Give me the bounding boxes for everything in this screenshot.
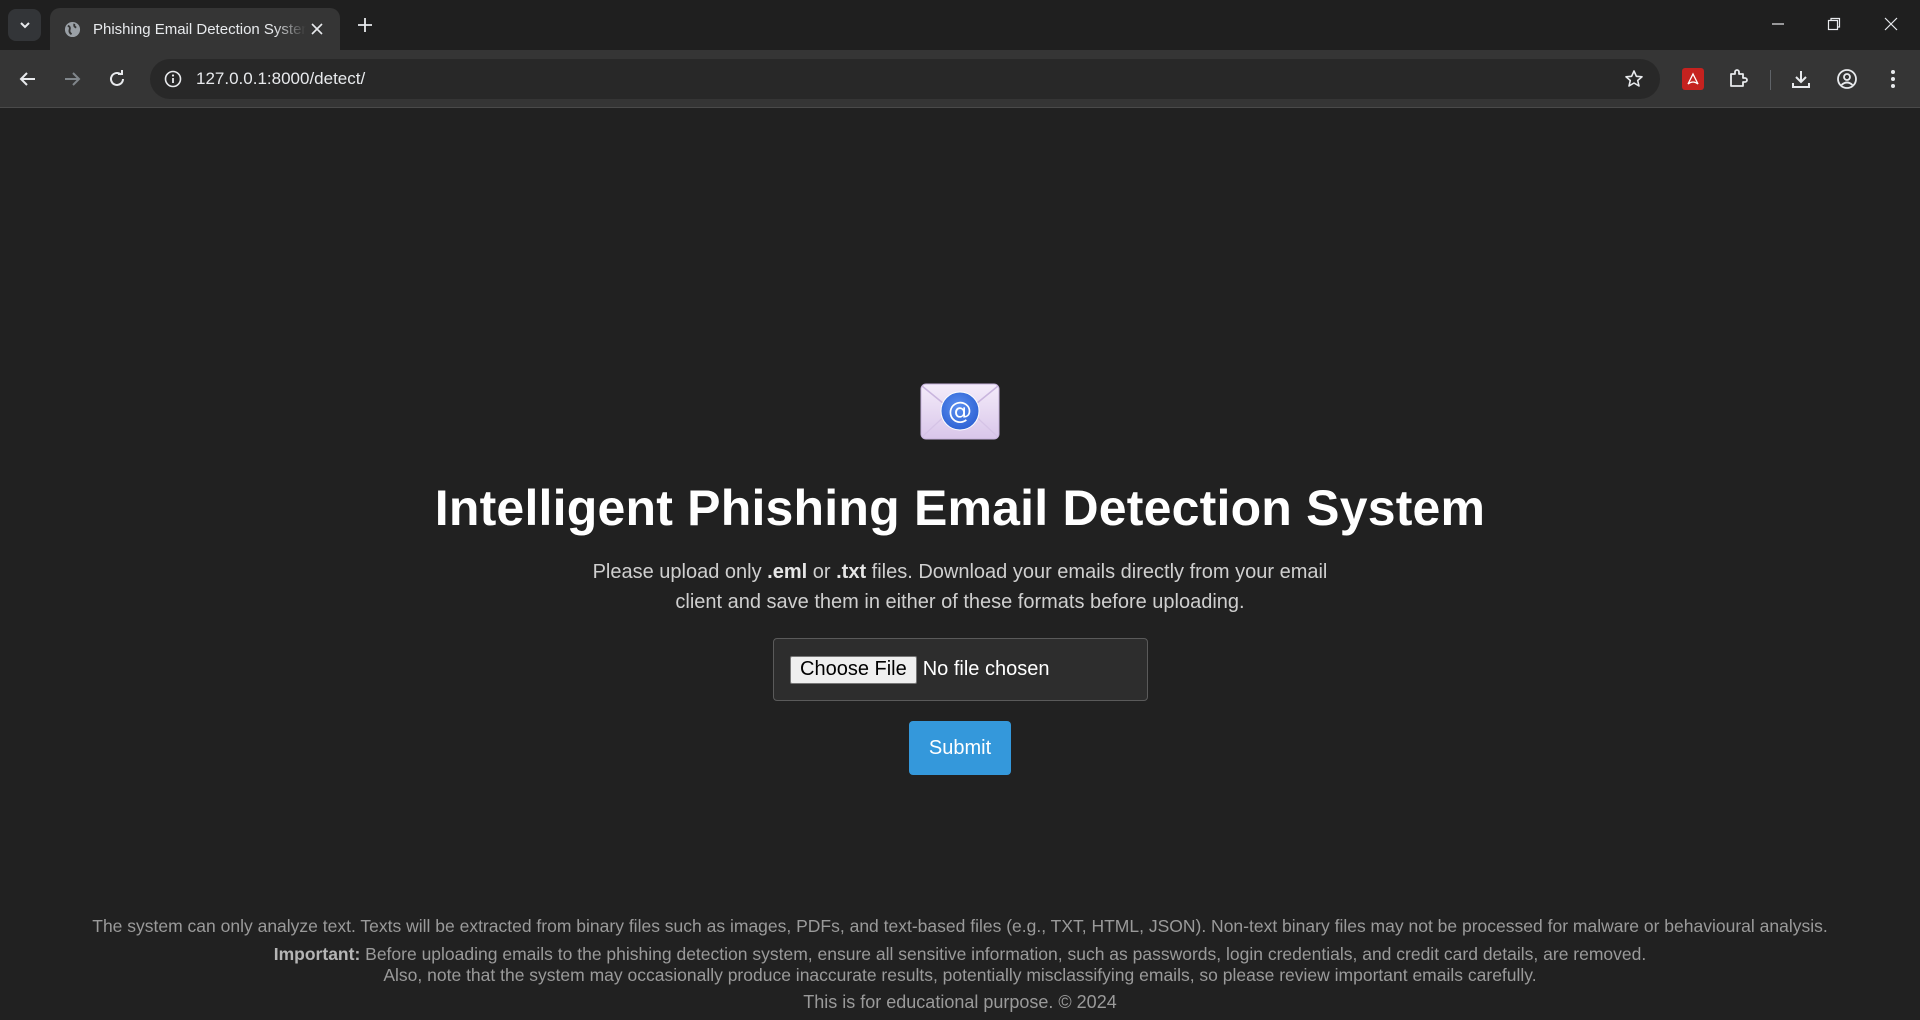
footer: The system can only analyze text. Texts … [0, 916, 1920, 1013]
forward-icon [65, 72, 81, 86]
restore-icon [1827, 17, 1841, 31]
footer-accuracy-note: Also, note that the system may occasiona… [383, 965, 1537, 985]
profile-icon [1837, 69, 1857, 89]
minimize-icon [1772, 23, 1784, 25]
site-info-icon [164, 70, 182, 88]
profile-button[interactable] [1833, 65, 1861, 93]
address-bar[interactable]: 127.0.0.1:8000/detect/ [150, 59, 1660, 99]
forward-button[interactable] [56, 63, 88, 95]
important-label: Important: [273, 944, 361, 964]
footer-copyright: This is for educational purpose. © 2024 [803, 992, 1117, 1012]
tab-search-button[interactable] [8, 9, 41, 41]
back-button[interactable] [12, 63, 44, 95]
desc-ext-eml: .eml [767, 561, 808, 583]
minimize-button[interactable] [1758, 8, 1798, 40]
page-title: Intelligent Phishing Email Detection Sys… [434, 480, 1486, 536]
close-icon [311, 23, 323, 35]
tab-close-button[interactable] [306, 18, 328, 40]
window-close-button[interactable] [1871, 8, 1911, 40]
globe-icon [64, 21, 81, 37]
email-envelope-icon: @ [920, 383, 1000, 440]
important-text: Before uploading emails to the phishing … [360, 944, 1647, 964]
footer-text-analysis-note: The system can only analyze text. Texts … [92, 916, 1828, 936]
submit-button[interactable]: Submit [909, 721, 1011, 775]
choose-file-button[interactable]: Choose File [790, 655, 917, 684]
plus-icon [358, 18, 372, 32]
url-text: 127.0.0.1:8000/detect/ [196, 69, 366, 88]
browser-toolbar: 127.0.0.1:8000/detect/ [0, 50, 1920, 108]
upload-instructions: Please upload only .eml or .txt files. D… [580, 557, 1340, 617]
extensions-button[interactable] [1724, 65, 1752, 93]
desc-text-2: or [807, 561, 837, 583]
menu-icon [1891, 70, 1895, 88]
file-input[interactable]: Choose File No file chosen [773, 638, 1148, 701]
svg-text:@: @ [948, 397, 972, 425]
tab-search-icon [19, 22, 30, 29]
downloads-button[interactable] [1787, 65, 1815, 93]
reload-button[interactable] [101, 63, 133, 95]
bookmark-button[interactable] [1622, 67, 1646, 91]
desc-text-1: Please upload only [592, 561, 768, 583]
star-icon [1625, 70, 1643, 87]
site-info-button[interactable] [160, 66, 186, 92]
desc-ext-txt: .txt [836, 561, 867, 583]
page-content: @ Intelligent Phishing Email Detection S… [0, 109, 1920, 1020]
file-status-text: No file chosen [922, 658, 1050, 680]
browser-tab-active[interactable]: Phishing Email Detection System [50, 8, 340, 50]
tab-title: Phishing Email Detection System [93, 20, 306, 38]
window-close-icon [1884, 17, 1898, 31]
restore-button[interactable] [1814, 8, 1854, 40]
extensions-icon [1730, 69, 1748, 87]
toolbar-separator [1770, 70, 1771, 90]
footer-important-note: Important: Before uploading emails to th… [0, 944, 1920, 965]
download-icon [1792, 71, 1810, 88]
pdf-extension-icon [1682, 68, 1704, 90]
back-icon [19, 72, 35, 86]
browser-tab-bar: Phishing Email Detection System [0, 0, 1920, 50]
new-tab-button[interactable] [352, 12, 378, 38]
reload-icon [110, 70, 124, 86]
pdf-extension-button[interactable] [1679, 65, 1707, 93]
chrome-menu-button[interactable] [1879, 65, 1907, 93]
